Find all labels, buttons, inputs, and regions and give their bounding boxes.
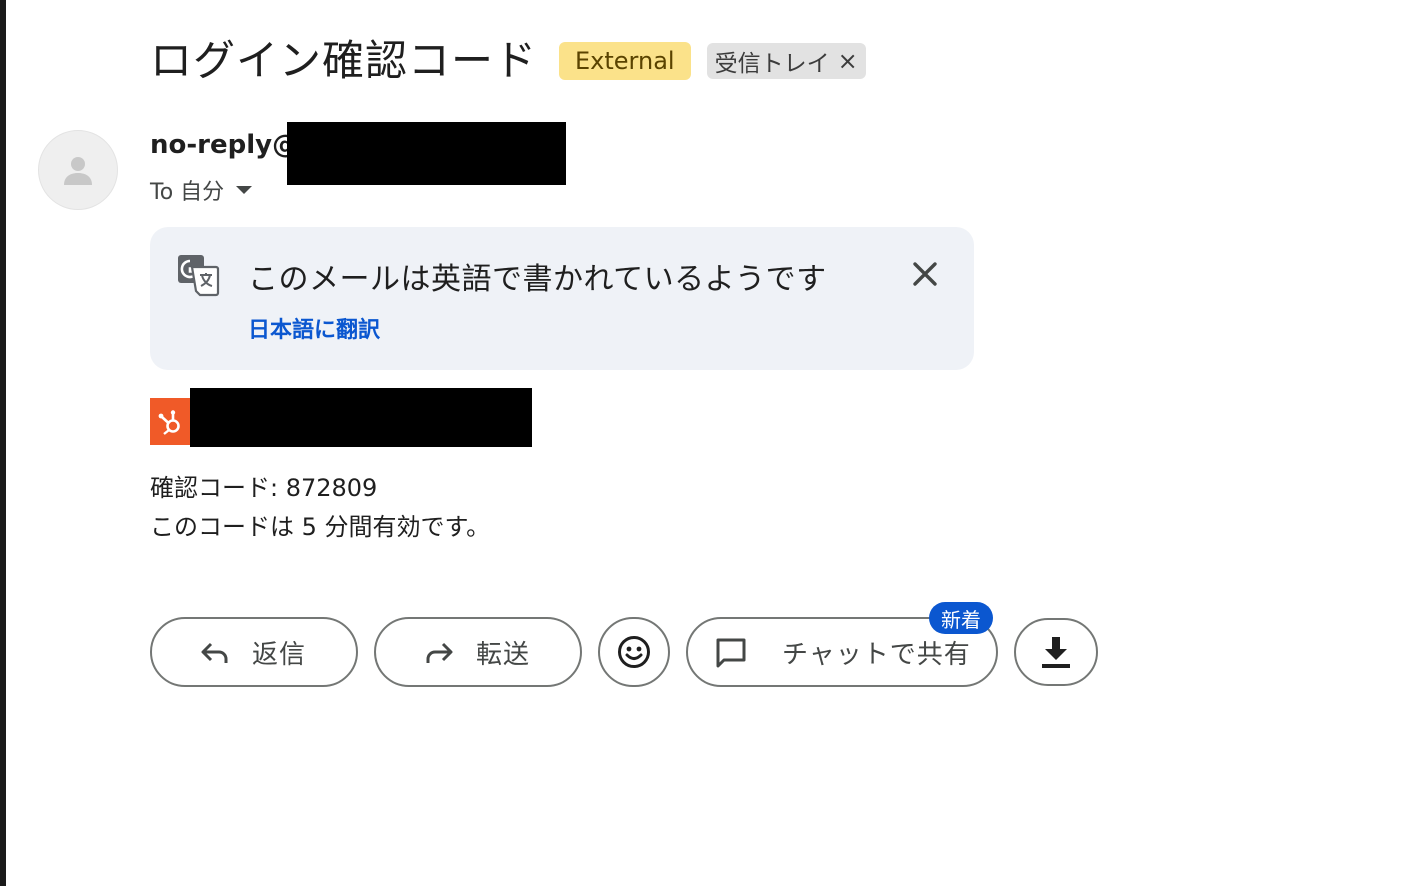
email-subject: ログイン確認コード — [150, 36, 538, 85]
redaction-block — [190, 388, 532, 447]
translate-message: このメールは英語で書かれているようです — [248, 262, 827, 297]
recipient-row[interactable]: To 自分 — [150, 174, 253, 206]
translate-icon — [178, 255, 220, 297]
translate-link[interactable]: 日本語に翻訳 — [248, 312, 380, 344]
person-icon — [64, 157, 92, 185]
label-inbox[interactable]: 受信トレイ × — [706, 43, 866, 79]
sender-avatar[interactable] — [38, 130, 118, 210]
new-feature-badge: 新着 — [929, 602, 993, 634]
sender-address[interactable]: no-reply@ — [150, 130, 298, 160]
forward-arrow-icon — [426, 642, 453, 663]
hubspot-sprocket-icon — [158, 409, 180, 435]
code-validity-text: このコードは 5 分間有効です。 — [150, 513, 491, 541]
label-inbox-text: 受信トレイ — [714, 51, 830, 77]
emoji-reaction-button[interactable] — [598, 617, 670, 687]
emoji-smile-icon — [618, 636, 650, 668]
chat-bubble-icon — [716, 638, 746, 668]
recipient-label: To 自分 — [150, 180, 225, 205]
download-icon — [1042, 637, 1070, 668]
label-external: External — [559, 42, 691, 80]
remove-label-icon[interactable]: × — [838, 47, 858, 75]
reply-button[interactable]: 返信 — [150, 617, 358, 687]
forward-button[interactable]: 転送 — [374, 617, 582, 687]
forward-label: 転送 — [476, 639, 531, 670]
subject-row: ログイン確認コード External 受信トレイ × — [150, 30, 866, 92]
hubspot-logo — [150, 398, 190, 445]
close-icon[interactable] — [908, 257, 942, 291]
reply-label: 返信 — [252, 639, 307, 670]
download-button[interactable] — [1014, 618, 1098, 686]
reply-arrow-icon — [201, 642, 228, 663]
translate-banner: このメールは英語で書かれているようです 日本語に翻訳 — [150, 227, 974, 370]
redaction-block — [287, 122, 566, 185]
share-to-chat-label: チャットで共有 — [782, 639, 971, 670]
window-edge — [0, 0, 6, 886]
caret-down-icon[interactable] — [236, 186, 253, 194]
verification-code-text: 確認コード: 872809 — [150, 474, 378, 502]
